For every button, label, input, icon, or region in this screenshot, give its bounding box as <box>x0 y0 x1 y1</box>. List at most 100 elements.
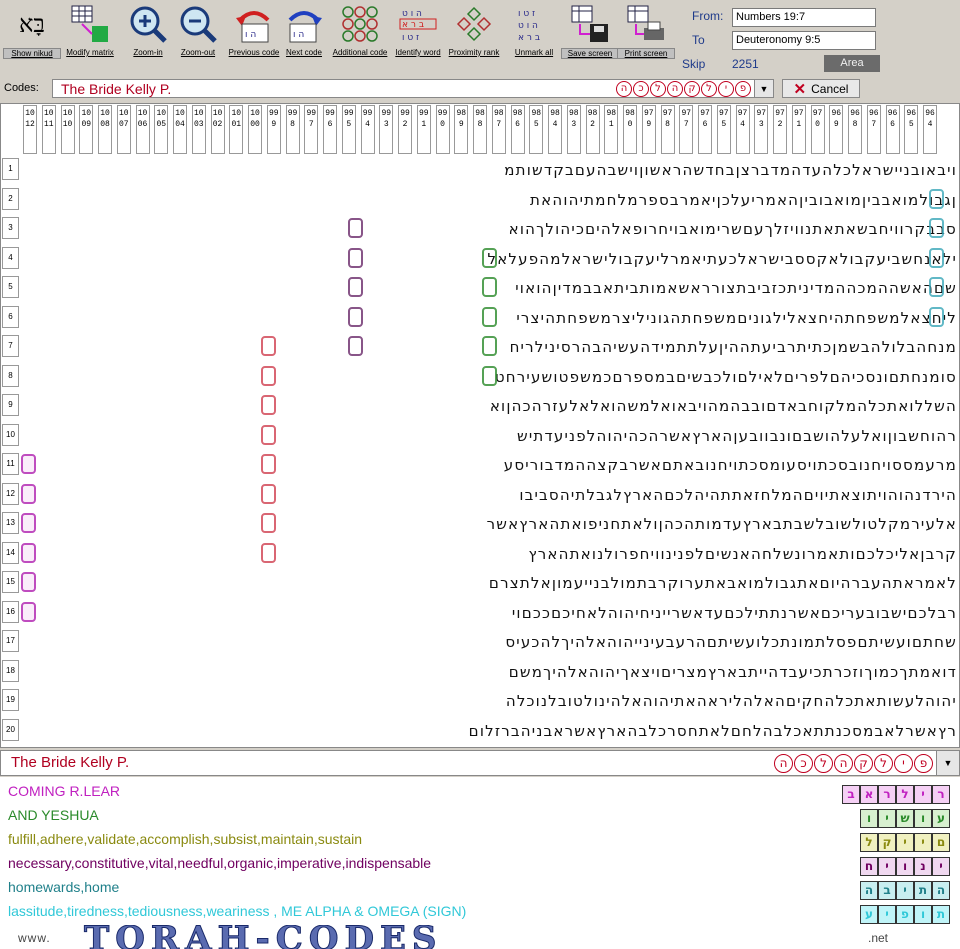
column-number: 995 <box>341 105 356 154</box>
matrix-row[interactable]: ןגבולמואבביןמואבוביןהאמריעלכןיאמרבספרמלח… <box>23 188 957 212</box>
cancel-button[interactable]: ✕ Cancel <box>782 79 860 98</box>
column-number: 1008 <box>98 105 112 154</box>
matrix-row[interactable]: יהוהלעשותאתכלהחקיםהאלהליראהאתיהוהאלהינול… <box>23 689 957 713</box>
matrix-row[interactable]: אלעירמקלטולשובלשבתבארץעדמותהכהןולאתחניפו… <box>23 512 957 536</box>
identify-word-button[interactable]: ה ו ט ב ר א ז ט ו Identify word <box>390 2 446 74</box>
circled-letter: ק <box>854 754 873 773</box>
proximity-rank-button[interactable]: Proximity rank <box>446 2 502 74</box>
column-number: 972 <box>773 105 787 154</box>
to-label: To <box>692 33 705 47</box>
highlight-marker <box>261 542 276 563</box>
column-number: 980 <box>623 105 637 154</box>
next-code-button[interactable]: ה ו Next code <box>276 2 332 74</box>
zoom-out-button[interactable]: Zoom-out <box>170 2 226 74</box>
matrix-row[interactable]: ויבאובניישראלכלהעדהמדברצןבחדשהראשוןוישבה… <box>23 158 957 182</box>
svg-text:ז ט ו: ז ט ו <box>402 33 419 43</box>
translation-letters: וישוע <box>860 809 950 828</box>
unmark-all-button[interactable]: ז ט ו ה ו ט ב ר א Unmark all <box>506 2 562 74</box>
previous-code-button[interactable]: ה ו Previous code <box>226 2 282 74</box>
matrix-row[interactable]: רהוחשבוןואלעלהושבםונבוובעןהארץאשרהכהיהוה… <box>23 424 957 448</box>
matrix-row[interactable]: רץאשרלאבמסכנתתאכלבהלחםלאתחסרכלבהארץאשראב… <box>23 719 957 743</box>
circled-letter: ק <box>684 81 700 97</box>
column-number: 994 <box>360 105 375 154</box>
result-dropdown-arrow[interactable]: ▼ <box>936 751 959 775</box>
next-code-label: Next code <box>285 48 323 57</box>
matrix-row[interactable]: הירדנהוהויתוצאתיויםהמלחזאתתהיהלכםהארץלגב… <box>23 483 957 507</box>
column-number: 968 <box>848 105 862 154</box>
save-disk-icon <box>568 2 612 46</box>
column-number: 965 <box>904 105 919 154</box>
row-number: 2 <box>2 187 19 210</box>
column-number: 1000 <box>248 105 262 154</box>
row-number: 5 <box>2 276 19 298</box>
area-button[interactable]: Area <box>824 55 880 72</box>
show-nikud-button[interactable]: בָּא Show nikud <box>3 2 61 74</box>
column-number: 984 <box>548 105 562 154</box>
show-nikud-label: Show nikud <box>3 48 61 59</box>
row-number: 8 <box>2 364 19 387</box>
zoom-out-label: Zoom-out <box>180 48 216 57</box>
modify-matrix-button[interactable]: Modify matrix <box>62 2 118 74</box>
circled-letter: ל <box>701 81 717 97</box>
highlight-marker <box>348 336 363 356</box>
zoom-in-button[interactable]: Zoom-in <box>120 2 176 74</box>
matrix-row[interactable]: שחתםועשיתםפסלתמונתכלועשיתםהרעבעינייהוהאל… <box>23 630 957 654</box>
column-number: 999 <box>266 105 281 154</box>
codes-combobox[interactable]: The Bride Kelly P. הכלהקליפ ▼ <box>52 79 774 98</box>
unmark-all-label: Unmark all <box>514 48 554 57</box>
column-number: 979 <box>641 105 656 154</box>
proximity-rank-icon <box>452 2 496 46</box>
column-number: 993 <box>379 105 394 154</box>
translations-panel: COMING R.LEAR ב א ר ל י ר AND YESHUA ו י ש ו ע fulfil… <box>0 777 960 949</box>
letter-box: ו <box>914 905 932 924</box>
row-number: 19 <box>2 689 19 711</box>
circled-letter: כ <box>794 754 813 773</box>
previous-code-label: Previous code <box>228 48 280 57</box>
highlight-marker <box>482 247 497 268</box>
matrix-row[interactable]: לאמראתהעברהיוםאתגבולמואבאתערוקרבתמולבניי… <box>23 571 957 595</box>
row-number: 20 <box>2 718 19 741</box>
print-screen-button[interactable]: Print screen <box>617 2 675 74</box>
additional-code-icon <box>338 2 382 46</box>
translation-letters: לקיים <box>860 833 950 852</box>
result-combobox[interactable]: The Bride Kelly P. הכלהקליפ ▼ <box>0 750 960 776</box>
letter-box: י <box>896 881 914 900</box>
translation-text: fulfill,adhere,validate,accomplish,subsi… <box>8 831 363 847</box>
highlight-marker <box>21 572 36 592</box>
column-number: 1004 <box>173 105 187 154</box>
letter-box: ו <box>896 857 914 876</box>
matrix-row[interactable]: סבבקרוויחבשאתאתנוויזלךעםשרימואבויחרופאלה… <box>23 217 957 241</box>
svg-text:ב ר א: ב ר א <box>402 20 424 30</box>
highlight-marker <box>261 395 276 415</box>
save-screen-button[interactable]: Save screen <box>561 2 619 74</box>
column-number: 1009 <box>79 105 94 154</box>
column-number: 985 <box>529 105 544 154</box>
letter-box: ו <box>860 809 878 828</box>
column-number: 967 <box>866 105 881 154</box>
circled-letter: ה <box>774 754 793 773</box>
watermark-prefix: www. <box>18 931 51 945</box>
additional-code-button[interactable]: Additional code <box>332 2 388 74</box>
toolbar: בָּא Show nikud Modify matrix Zoom-in Zo… <box>0 0 960 78</box>
matrix-row[interactable]: מרעמססויחנובסכתויסעומסכתויחנובאתםאשרבקצה… <box>23 453 957 477</box>
letter-box: י <box>896 833 914 852</box>
matrix-row[interactable]: רבלכםישבובעריכםאשרנתתילכםעדאשרייניחיהוהל… <box>23 601 957 625</box>
zoom-out-icon <box>176 2 220 46</box>
translation-letters: חיוני <box>860 857 950 876</box>
grid-arrow-icon <box>68 2 112 46</box>
column-number: 990 <box>435 105 450 154</box>
matrix-row[interactable]: השללואתכלהמלקוחבאדםובבהמהויבאואלמשהואלאל… <box>23 394 957 418</box>
letter-box: א <box>860 785 878 804</box>
codes-dropdown-arrow[interactable]: ▼ <box>754 80 773 97</box>
column-number: 964 <box>923 105 937 154</box>
skip-value: 2251 <box>732 57 759 71</box>
circled-letter: ל <box>874 754 893 773</box>
letter-box: ב <box>878 881 896 900</box>
matrix-row[interactable]: דואמתךכמוךוזכרתכיעבדהייתבארץמצריםויצאךיה… <box>23 660 957 684</box>
modify-matrix-label: Modify matrix <box>66 48 114 57</box>
codes-circled-letters: הכלהקליפ <box>616 81 751 97</box>
column-number: 971 <box>791 105 806 154</box>
to-field[interactable]: Deuteronomy 9:5 <box>732 31 876 50</box>
matrix-row[interactable]: קרבןאליכלכםותאמרונשלחהאנשיםלפנינוויחפרול… <box>23 542 957 566</box>
from-field[interactable]: Numbers 19:7 <box>732 8 876 27</box>
